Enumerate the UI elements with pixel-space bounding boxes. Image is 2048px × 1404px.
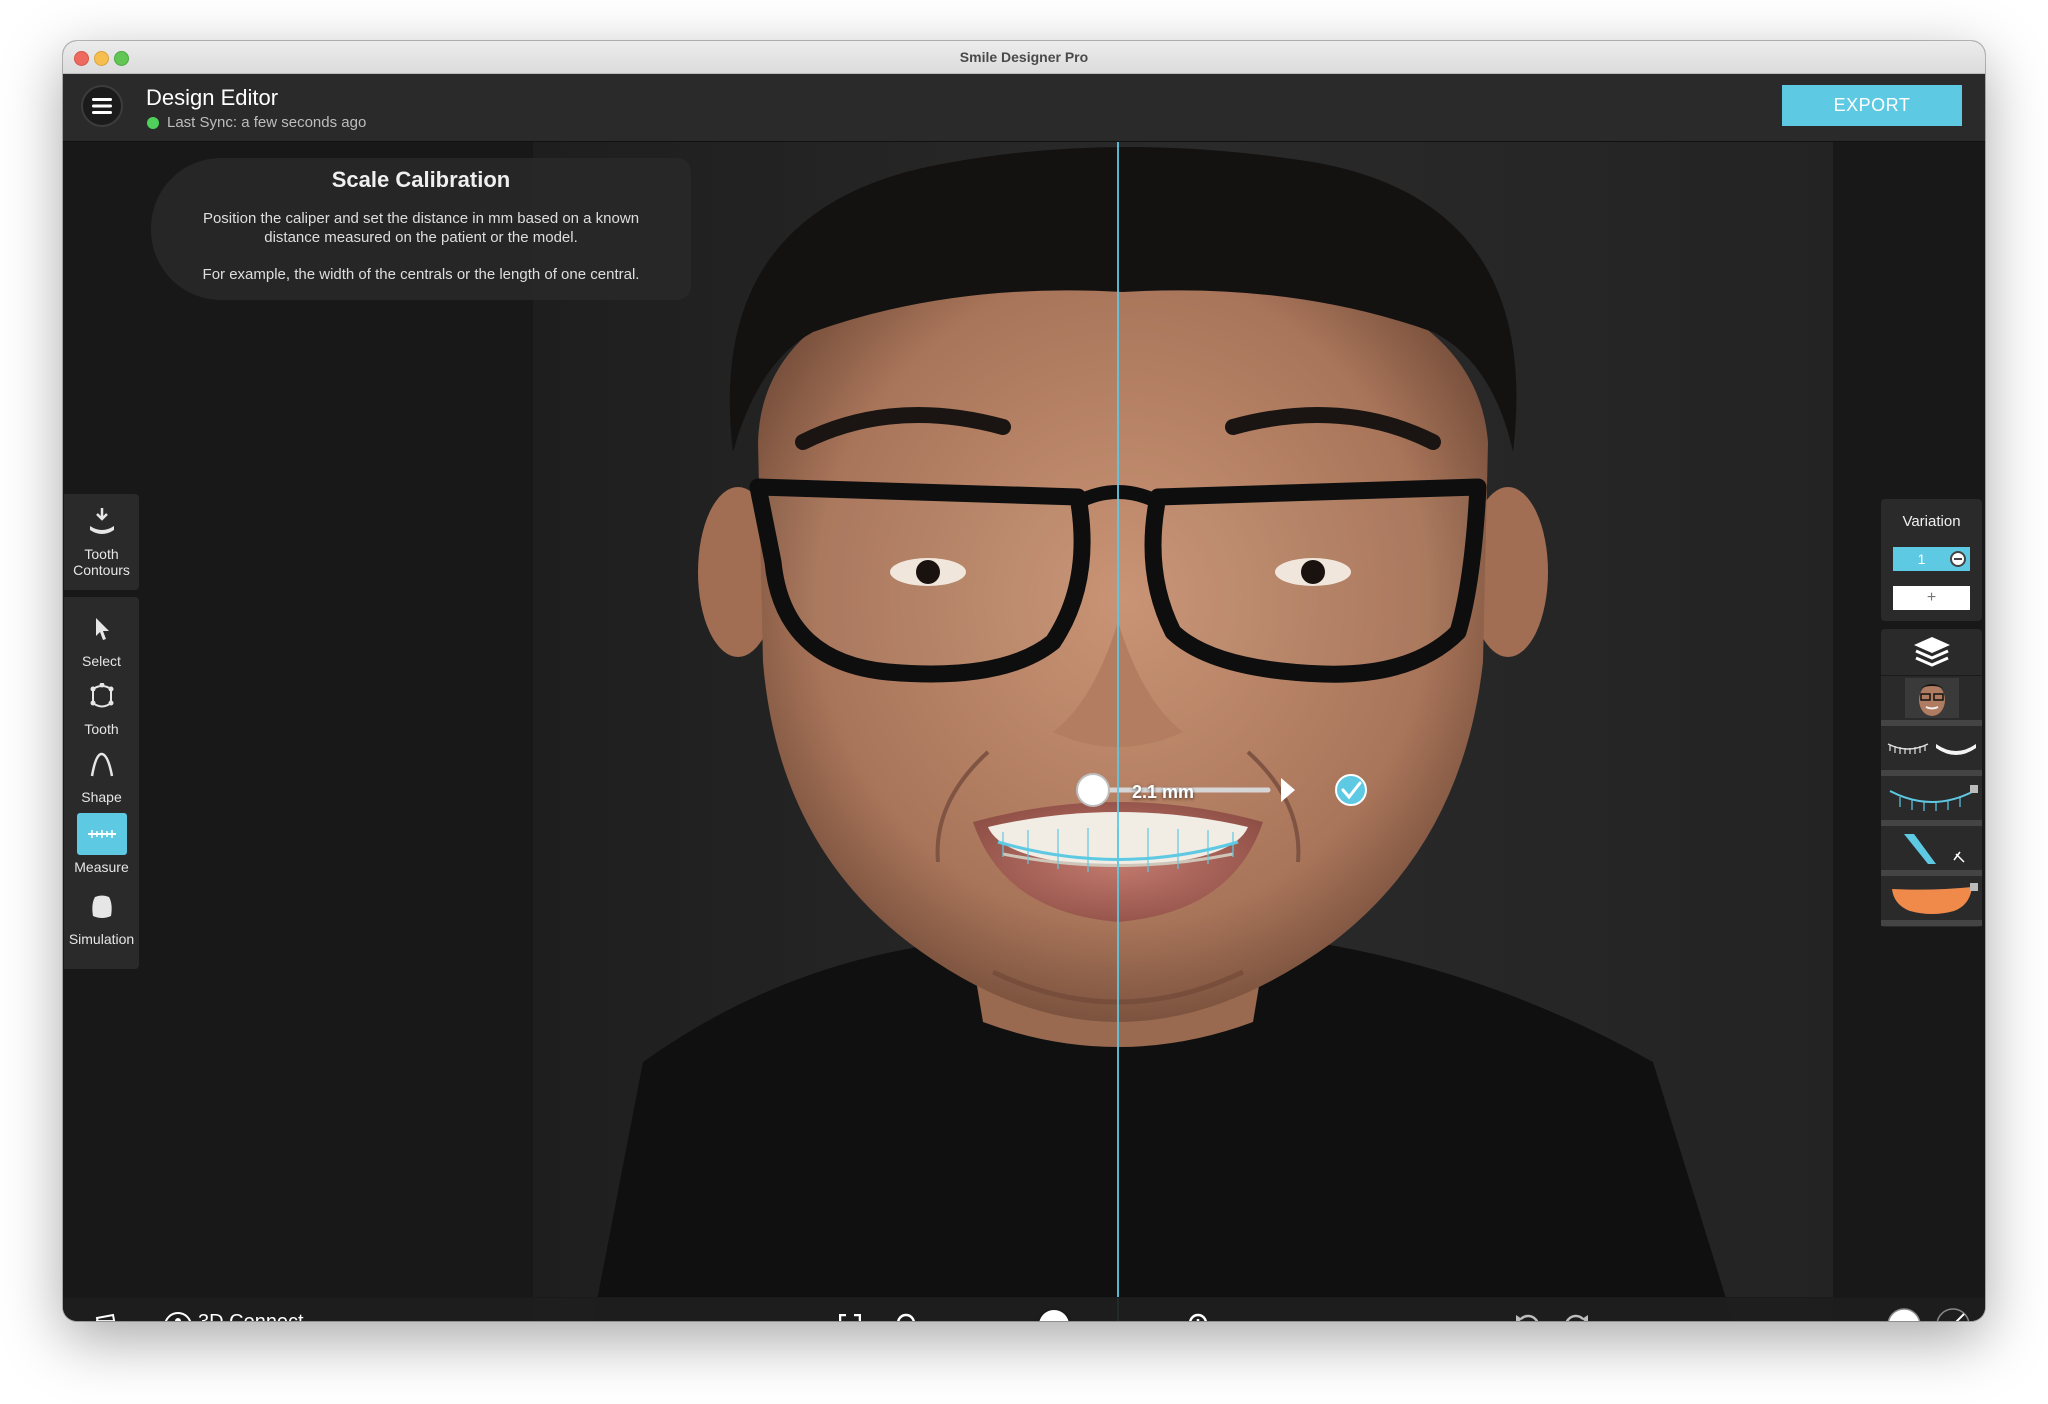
right-panel: Variation 1 + [1881, 499, 1982, 927]
variation-panel: Variation 1 + [1881, 499, 1982, 621]
calibration-info-panel: Scale Calibration Position the caliper a… [151, 158, 691, 300]
connect-button[interactable] [162, 1310, 194, 1321]
calibration-instruction: Position the caliper and set the distanc… [202, 210, 640, 246]
gum-layer[interactable] [1881, 876, 1982, 926]
tool-select[interactable]: Select [64, 609, 139, 669]
tool-tooth-contours-label: Tooth Contours [73, 546, 130, 578]
face-thumbnail-icon [1904, 678, 1959, 718]
undo-button[interactable] [1511, 1310, 1543, 1321]
fit-screen-icon [839, 1314, 861, 1321]
add-variation-button[interactable]: + [1893, 586, 1970, 610]
arch-layer[interactable] [1881, 776, 1982, 826]
tool-shape-label: Shape [81, 789, 122, 805]
measure-layer[interactable] [1881, 826, 1982, 876]
line-style-icon [1936, 1308, 1970, 1321]
title-bar: Smile Designer Pro [63, 41, 1985, 74]
hamburger-icon [92, 98, 112, 114]
midline-guide[interactable] [1117, 142, 1119, 1321]
editor-canvas[interactable]: 2.1 mm Scale Calibration Position the ca… [63, 142, 1985, 1321]
color-circle-icon [1887, 1308, 1921, 1321]
teeth-row-icon [1887, 743, 1976, 755]
fit-screen-button[interactable] [835, 1310, 865, 1321]
export-button[interactable]: EXPORT [1782, 85, 1962, 126]
zoom-out-button[interactable] [893, 1310, 923, 1321]
color-picker-button[interactable] [1885, 1306, 1923, 1321]
layers-panel [1881, 629, 1982, 927]
redo-icon [1565, 1314, 1588, 1321]
sync-status-text: Last Sync: a few seconds ago [167, 114, 367, 131]
line-style-button[interactable] [1934, 1306, 1972, 1321]
open-folder-button[interactable] [91, 1310, 123, 1321]
zoom-in-icon [1188, 1313, 1208, 1321]
tooth-contours-panel: Tooth Contours [64, 494, 139, 590]
app-window: Smile Designer Pro Design Editor Last Sy… [63, 41, 1985, 1321]
page-title: Design Editor [146, 85, 279, 110]
photo-layer[interactable] [1881, 676, 1982, 726]
tool-tooth[interactable]: Tooth [64, 677, 139, 737]
tooth-outline-icon [82, 677, 122, 717]
layers-icon [1913, 637, 1950, 667]
measurement-label: 2.1 mm [1132, 782, 1195, 802]
zoom-slider-knob[interactable] [1039, 1310, 1069, 1321]
caliper-icon [76, 813, 127, 855]
tooth-shape-icon [82, 887, 122, 927]
connect-label[interactable]: 3D Connect [198, 1311, 304, 1321]
sync-status-dot [147, 116, 159, 129]
app-header: Design Editor Last Sync: a few seconds a… [63, 74, 1985, 142]
undo-icon [1516, 1314, 1539, 1321]
caliper-overlay[interactable] [63, 142, 1985, 1321]
variation-number: 1 [1917, 551, 1926, 567]
menu-button[interactable] [81, 85, 123, 127]
zoom-in-button[interactable] [1185, 1310, 1215, 1321]
gum-icon [1891, 883, 1978, 914]
calibration-title: Scale Calibration [331, 167, 511, 192]
variation-item[interactable]: 1 [1893, 547, 1970, 571]
tooth-contours-icon [82, 502, 122, 542]
tool-measure-label: Measure [74, 859, 129, 875]
tool-shape[interactable]: Shape [64, 745, 139, 805]
dental-arch-icon [1889, 785, 1978, 811]
remove-variation-button[interactable] [1950, 551, 1966, 567]
cursor-icon [82, 609, 122, 649]
minus-icon [1954, 558, 1962, 560]
bottom-toolbar: 3D Connect [63, 1297, 1985, 1321]
tool-simulation[interactable]: Simulation [64, 887, 139, 947]
tool-tooth-label: Tooth [84, 721, 119, 737]
window-title: Smile Designer Pro [959, 49, 1089, 65]
calibration-example: For example, the width of the centrals o… [202, 266, 640, 283]
folder-icon [95, 1313, 116, 1321]
tool-simulation-label: Simulation [68, 931, 135, 947]
variation-label: Variation [1902, 513, 1961, 530]
teeth-library-layer[interactable] [1881, 726, 1982, 776]
ruler-icon [1903, 834, 1965, 864]
layers-button[interactable] [1881, 629, 1982, 676]
tool-measure[interactable]: Measure [64, 813, 139, 875]
tool-select-label: Select [82, 653, 121, 669]
sync-status: Last Sync: a few seconds ago [147, 114, 366, 131]
curve-icon [82, 745, 122, 785]
tools-panel: Select Tooth Shape Measure Simulation [64, 597, 139, 969]
tool-tooth-contours[interactable]: Tooth Contours [64, 502, 139, 578]
redo-button[interactable] [1561, 1310, 1593, 1321]
connect-icon [164, 1312, 192, 1321]
zoom-out-icon [896, 1313, 916, 1321]
